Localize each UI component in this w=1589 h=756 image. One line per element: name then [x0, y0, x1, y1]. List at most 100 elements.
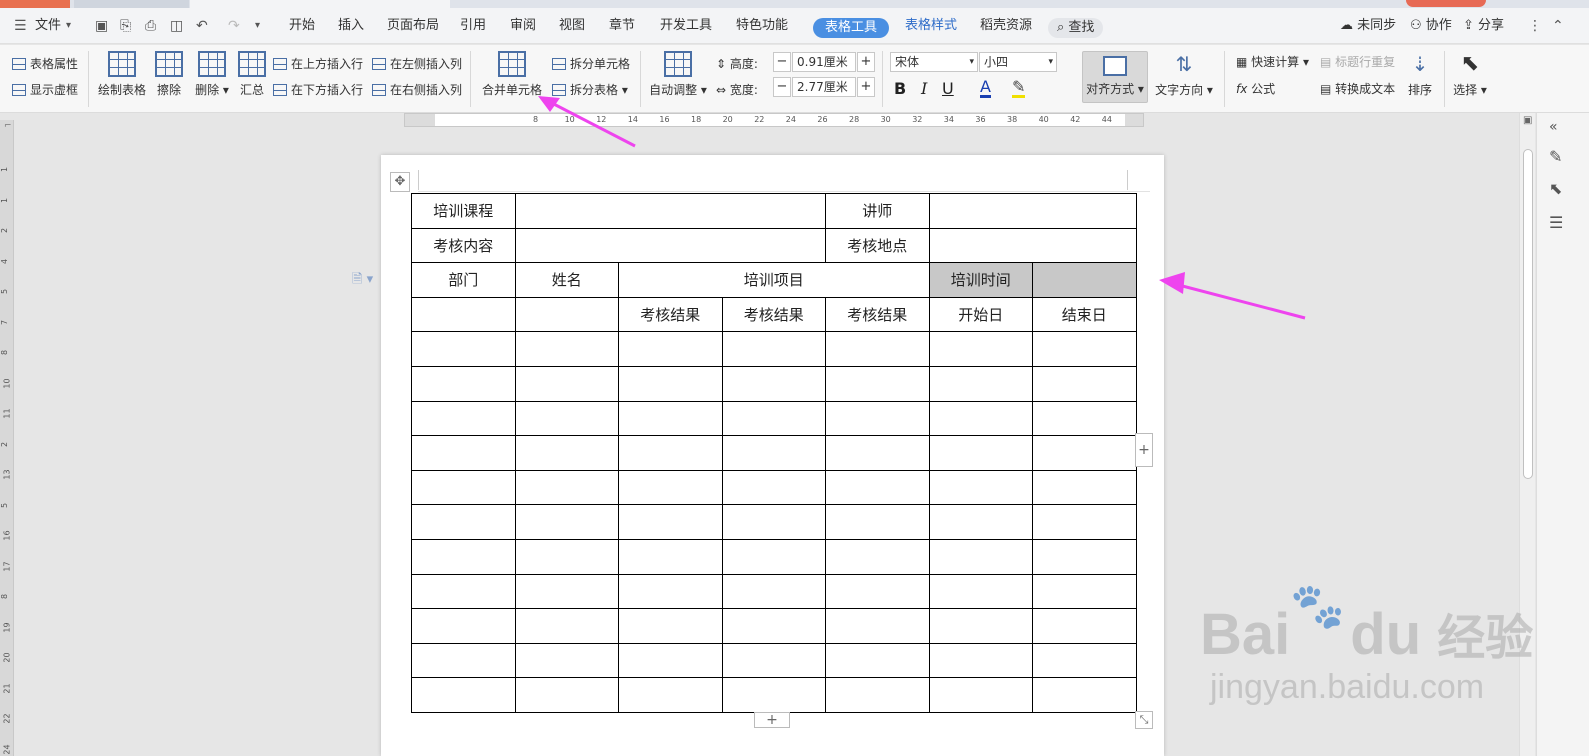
quick-calc-button[interactable]: ▦ 快速计算 ▾: [1236, 53, 1309, 70]
tab-start[interactable]: 开始: [289, 8, 315, 44]
add-column-button[interactable]: +: [1135, 433, 1153, 467]
height-increase-button[interactable]: +: [857, 52, 875, 72]
convert-text-button[interactable]: ▤ 转换成文本: [1320, 80, 1395, 97]
vertical-ruler[interactable]: 1 1 2 4 5 7 8 10 11 2 13 5 16 17 8 19 20 21 22 24: [0, 120, 14, 756]
export-icon[interactable]: ⎘: [120, 8, 131, 44]
table-cell[interactable]: 结束日: [1032, 296, 1137, 333]
table-cell[interactable]: 培训课程: [411, 193, 516, 229]
print-icon[interactable]: ⎙: [145, 8, 156, 44]
table-cell[interactable]: [411, 435, 516, 471]
table-cell[interactable]: [1032, 573, 1137, 610]
insert-col-right-button[interactable]: 在右侧插入列: [372, 81, 462, 98]
table-cell[interactable]: [825, 331, 930, 367]
tab-review[interactable]: 审阅: [510, 8, 536, 44]
table-cell[interactable]: [618, 504, 723, 540]
table-cell[interactable]: [928, 400, 1033, 437]
row-height-input[interactable]: 0.91厘米: [792, 52, 856, 72]
width-increase-button[interactable]: +: [857, 77, 875, 97]
selected-table-cell[interactable]: 培训时间: [928, 262, 1033, 298]
text-direction-button[interactable]: ⇅ 文字方向 ▾: [1154, 51, 1214, 98]
table-cell[interactable]: [928, 365, 1033, 402]
training-table[interactable]: 培训课程 讲师 考核内容 考核地点 部门 姓名 培训项目 培训时间 考核结果 考…: [411, 193, 1137, 713]
table-cell[interactable]: [1032, 400, 1137, 437]
table-cell[interactable]: [928, 435, 1033, 471]
table-cell[interactable]: [618, 677, 723, 713]
resize-table-icon[interactable]: ⤡: [1135, 711, 1153, 729]
table-cell[interactable]: [411, 608, 516, 644]
split-cells-button[interactable]: 拆分单元格: [552, 55, 630, 72]
table-cell[interactable]: 考核结果: [618, 296, 723, 333]
table-cell[interactable]: [928, 227, 1137, 264]
table-cell[interactable]: [514, 573, 619, 610]
font-size-select[interactable]: 小四 ▾: [979, 52, 1057, 72]
more-icon[interactable]: ⋮: [1528, 8, 1542, 44]
home-tab[interactable]: [0, 0, 70, 8]
table-cell[interactable]: [618, 331, 723, 367]
table-cell[interactable]: 部门: [411, 262, 516, 298]
paragraph-layout-icon[interactable]: 🗎 ▾: [352, 270, 373, 292]
chevron-down-icon[interactable]: ▾: [66, 8, 71, 44]
table-cell[interactable]: [721, 400, 826, 437]
table-cell[interactable]: [411, 365, 516, 402]
underline-icon[interactable]: U: [942, 79, 954, 98]
redo-icon[interactable]: ↷: [228, 8, 240, 44]
scrollbar-thumb[interactable]: [1523, 149, 1533, 479]
table-cell[interactable]: [1032, 504, 1137, 540]
table-cell[interactable]: 考核结果: [721, 296, 826, 333]
tab-table-tools[interactable]: 表格工具: [813, 18, 890, 38]
table-cell[interactable]: [721, 365, 826, 402]
preview-icon[interactable]: ◫: [170, 8, 183, 44]
table-cell[interactable]: [411, 400, 516, 437]
collab-button[interactable]: ⚇ 协作: [1410, 8, 1452, 44]
table-cell[interactable]: [514, 608, 619, 644]
undo-icon[interactable]: ↶: [196, 8, 208, 44]
table-cell[interactable]: [514, 435, 619, 471]
tab-features[interactable]: 特色功能: [736, 8, 788, 44]
table-cell[interactable]: [514, 227, 826, 264]
summary-button[interactable]: 汇总: [226, 51, 278, 98]
table-cell[interactable]: [928, 469, 1033, 506]
table-cell[interactable]: 考核内容: [411, 227, 516, 264]
table-cell[interactable]: [721, 504, 826, 540]
table-cell[interactable]: [514, 538, 619, 575]
table-cell[interactable]: [721, 608, 826, 644]
table-cell[interactable]: 培训项目: [618, 262, 930, 298]
repeat-header-button[interactable]: ▤ 标题行重复: [1320, 53, 1395, 70]
table-cell[interactable]: [1032, 608, 1137, 644]
login-button[interactable]: [1406, 0, 1486, 7]
show-gridlines-button[interactable]: 显示虚框: [12, 81, 78, 98]
table-cell[interactable]: [618, 400, 723, 437]
tab-developer[interactable]: 开发工具: [660, 8, 712, 44]
share-button[interactable]: ⇪ 分享: [1463, 8, 1504, 44]
table-cell[interactable]: 考核地点: [825, 227, 930, 264]
table-cell[interactable]: [721, 538, 826, 575]
table-cell[interactable]: [514, 642, 619, 679]
insert-row-below-button[interactable]: 在下方插入行: [273, 81, 363, 98]
table-cell[interactable]: [618, 435, 723, 471]
table-cell[interactable]: [618, 573, 723, 610]
sort-button[interactable]: ⇣ 排序: [1400, 51, 1440, 98]
table-cell[interactable]: [411, 504, 516, 540]
bold-icon[interactable]: B: [894, 79, 906, 98]
table-cell[interactable]: [514, 365, 619, 402]
tab-insert[interactable]: 插入: [338, 8, 364, 44]
table-cell[interactable]: [721, 642, 826, 679]
table-cell[interactable]: [411, 677, 516, 713]
table-cell[interactable]: [721, 677, 826, 713]
table-cell[interactable]: [721, 573, 826, 610]
table-cell[interactable]: [928, 331, 1033, 367]
highlight-icon[interactable]: ✎: [1012, 79, 1026, 98]
settings-sliders-icon[interactable]: ☰: [1549, 213, 1563, 232]
formula-button[interactable]: fx 公式: [1236, 80, 1275, 97]
table-cell[interactable]: [514, 193, 826, 229]
italic-icon[interactable]: I: [921, 79, 927, 98]
table-cell[interactable]: [928, 504, 1033, 540]
table-cell[interactable]: [411, 642, 516, 679]
table-cell[interactable]: [928, 677, 1033, 713]
table-cell[interactable]: 考核结果: [825, 296, 930, 333]
table-cell[interactable]: [928, 573, 1033, 610]
table-cell[interactable]: [514, 504, 619, 540]
search-button[interactable]: ⌕ 查找: [1048, 18, 1104, 38]
insert-col-left-button[interactable]: 在左侧插入列: [372, 55, 462, 72]
table-cell[interactable]: [825, 365, 930, 402]
